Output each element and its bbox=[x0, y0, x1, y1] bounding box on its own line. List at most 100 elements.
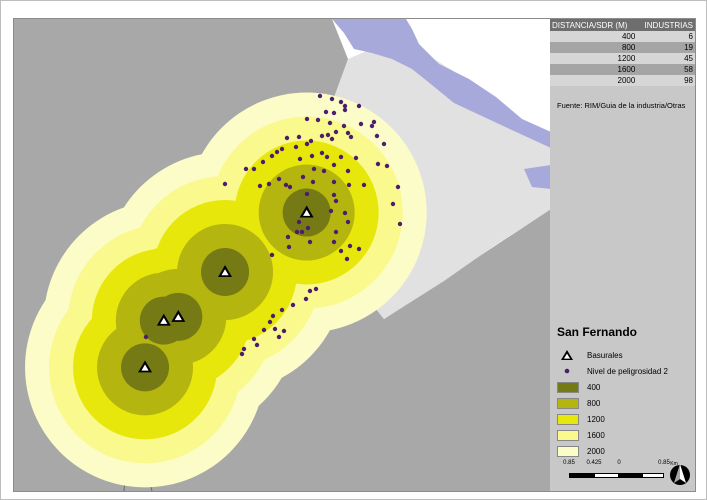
table-row: 800 19 bbox=[550, 42, 695, 53]
industry-dot bbox=[315, 117, 321, 123]
scale-segment bbox=[619, 473, 642, 478]
industry-dot bbox=[296, 219, 302, 225]
scale-label: 0.425 bbox=[586, 460, 602, 466]
industry-dot bbox=[341, 123, 347, 129]
industry-dot bbox=[356, 246, 362, 252]
industry-dot bbox=[267, 319, 273, 325]
table-row: 1200 45 bbox=[550, 53, 695, 64]
legend-item-buffer: 1200 bbox=[557, 411, 668, 427]
side-panel: DISTANCIA/SDR (M) INDUSTRIAS 400 6 800 1… bbox=[550, 18, 696, 492]
industry-dot bbox=[333, 129, 339, 135]
legend-item-buffer: 800 bbox=[557, 395, 668, 411]
legend-label: 2000 bbox=[587, 446, 605, 456]
scale-segment bbox=[642, 473, 664, 478]
industry-dot bbox=[310, 179, 316, 185]
industry-dot bbox=[283, 182, 289, 188]
industry-dot bbox=[324, 154, 330, 160]
industry-dot bbox=[304, 191, 310, 197]
header-distance: DISTANCIA/SDR (M) bbox=[550, 19, 638, 31]
industry-dot bbox=[329, 96, 335, 102]
industry-dot bbox=[287, 184, 293, 190]
map-canvas[interactable] bbox=[14, 19, 551, 491]
industry-dot bbox=[243, 166, 249, 172]
industry-dot bbox=[356, 103, 362, 109]
industry-dot bbox=[369, 123, 375, 129]
color-swatch bbox=[557, 445, 579, 457]
industry-dot bbox=[331, 192, 337, 198]
cell-industries: 6 bbox=[637, 31, 695, 42]
industry-dot bbox=[274, 149, 280, 155]
distance-table: DISTANCIA/SDR (M) INDUSTRIAS 400 6 800 1… bbox=[550, 19, 695, 86]
legend-item-basurales: Basurales bbox=[557, 347, 668, 363]
cell-distance: 1600 bbox=[550, 64, 638, 75]
industry-dot bbox=[239, 351, 245, 357]
legend-label: 1600 bbox=[587, 430, 605, 440]
scale-segment bbox=[594, 473, 619, 478]
map-view[interactable] bbox=[13, 18, 552, 492]
industry-dot bbox=[361, 182, 367, 188]
industry-dot bbox=[338, 154, 344, 160]
scale-bar: 0.85 0.425 0 0.85 Km bbox=[562, 460, 678, 486]
industry-dot bbox=[346, 182, 352, 188]
industry-dot bbox=[290, 302, 296, 308]
industry-dot bbox=[299, 229, 305, 235]
industry-dot bbox=[311, 166, 317, 172]
industry-dot bbox=[390, 201, 396, 207]
industry-dot bbox=[395, 184, 401, 190]
industry-dot bbox=[297, 156, 303, 162]
legend-label: Nivel de peligrosidad 2 bbox=[587, 366, 668, 376]
industry-dot bbox=[266, 181, 272, 187]
header-industries: INDUSTRIAS bbox=[637, 19, 695, 31]
industry-dot bbox=[276, 176, 282, 182]
industry-dot bbox=[270, 313, 276, 319]
industry-dot bbox=[257, 183, 263, 189]
table-row: 400 6 bbox=[550, 31, 695, 42]
industry-dot bbox=[304, 116, 310, 122]
industry-dot bbox=[303, 296, 309, 302]
industry-dot bbox=[251, 336, 257, 342]
cell-distance: 800 bbox=[550, 42, 638, 53]
source-note: Fuente: RIM/Guia de la industria/Otras bbox=[557, 101, 686, 110]
legend-label: Basurales bbox=[587, 350, 623, 360]
color-swatch bbox=[557, 429, 579, 441]
industry-dot bbox=[321, 168, 327, 174]
industry-dot bbox=[296, 134, 302, 140]
industry-dot bbox=[319, 133, 325, 139]
industry-dot bbox=[331, 239, 337, 245]
industry-dot bbox=[269, 252, 275, 258]
cell-industries: 58 bbox=[637, 64, 695, 75]
industry-dot bbox=[272, 326, 278, 332]
industry-dot bbox=[329, 136, 335, 142]
cell-distance: 2000 bbox=[550, 75, 638, 86]
industry-dot bbox=[251, 166, 257, 172]
cell-industries: 98 bbox=[637, 75, 695, 86]
triangle-icon bbox=[557, 349, 577, 361]
industry-dot bbox=[319, 150, 325, 156]
industry-dot bbox=[323, 109, 329, 115]
industry-dot bbox=[331, 162, 337, 168]
scale-label: 0 bbox=[617, 460, 621, 466]
industry-dot bbox=[254, 342, 260, 348]
color-swatch bbox=[557, 413, 579, 425]
industry-dot bbox=[345, 130, 351, 136]
industry-dot bbox=[333, 229, 339, 235]
industry-dot bbox=[331, 179, 337, 185]
industry-dot bbox=[375, 161, 381, 167]
industry-dot bbox=[358, 121, 364, 127]
legend-item-buffer: 400 bbox=[557, 379, 668, 395]
color-swatch bbox=[557, 397, 579, 409]
industry-dot bbox=[261, 327, 267, 333]
industry-dot bbox=[381, 141, 387, 147]
industry-dot bbox=[384, 163, 390, 169]
industry-dot bbox=[348, 134, 354, 140]
industry-dot bbox=[374, 133, 380, 139]
industry-dot bbox=[345, 219, 351, 225]
dot-icon bbox=[557, 367, 577, 375]
industry-dot bbox=[309, 153, 315, 159]
industry-dot bbox=[342, 107, 348, 113]
industry-dot bbox=[371, 119, 377, 125]
industry-dot bbox=[300, 174, 306, 180]
legend-item-industries: Nivel de peligrosidad 2 bbox=[557, 363, 668, 379]
map-layout-frame: DISTANCIA/SDR (M) INDUSTRIAS 400 6 800 1… bbox=[0, 0, 707, 500]
industry-dot bbox=[338, 248, 344, 254]
